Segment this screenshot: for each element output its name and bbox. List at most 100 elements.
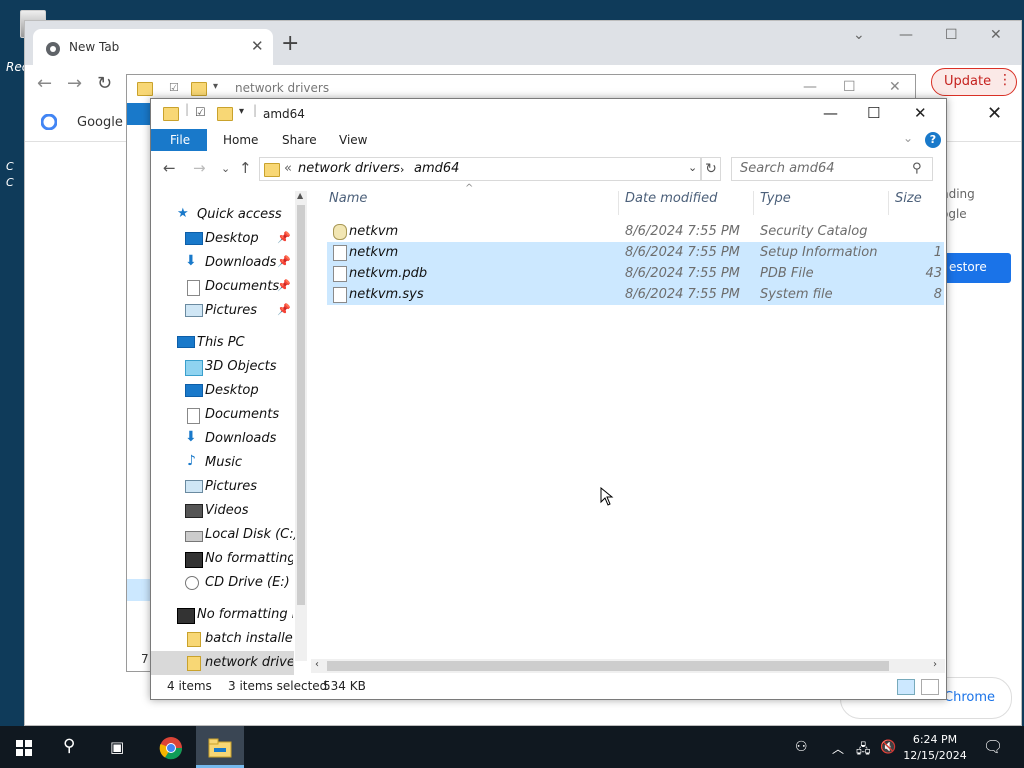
nav-batch-installer[interactable]: batch installer — [151, 627, 294, 651]
nav-no-formatting-drive[interactable]: No formatting — [151, 547, 294, 571]
nav-music[interactable]: ♪ Music — [151, 451, 294, 475]
unformatted-drive-icon — [177, 608, 195, 624]
recent-locations-icon[interactable]: ⌄ — [221, 162, 230, 175]
back-icon[interactable]: ← — [37, 73, 52, 94]
qat-dropdown-icon[interactable]: ▾ — [239, 106, 244, 117]
scrollbar-thumb[interactable] — [297, 205, 305, 605]
address-bar[interactable]: « network drivers › amd64 ⌄ — [259, 157, 701, 181]
people-icon[interactable]: ⚇ — [795, 739, 808, 755]
nav-pictures[interactable]: Pictures — [151, 475, 294, 499]
close-tab-icon[interactable]: ✕ — [251, 37, 264, 55]
breadcrumb-separator-icon: › — [400, 163, 405, 176]
back-icon[interactable]: ← — [163, 159, 176, 177]
restore-button[interactable]: estore — [939, 253, 1011, 283]
show-hidden-icons[interactable]: ︿ — [832, 740, 844, 757]
minimize-icon[interactable]: — — [823, 104, 838, 122]
clock[interactable]: 6:24 PM 12/15/2024 — [900, 732, 970, 764]
maximize-icon[interactable]: ☐ — [843, 79, 856, 95]
tab-search-icon[interactable]: ⌄ — [853, 27, 865, 43]
breadcrumb-amd64[interactable]: amd64 — [414, 161, 459, 176]
address-dropdown-icon[interactable]: ⌄ — [688, 161, 697, 174]
breadcrumb-network-drivers[interactable]: network drivers — [298, 161, 400, 176]
nav-quick-documents[interactable]: Documents 📌 — [151, 275, 294, 299]
scroll-right-icon[interactable]: › — [933, 659, 937, 670]
new-folder-icon[interactable] — [217, 106, 233, 121]
forward-icon[interactable]: → — [193, 159, 206, 177]
documents-icon — [187, 408, 200, 424]
more-menu-icon[interactable]: ⋮ — [998, 72, 1012, 88]
nav-quick-pictures[interactable]: Pictures 📌 — [151, 299, 294, 323]
properties-icon[interactable]: ☑ — [195, 105, 206, 119]
pin-icon: 📌 — [277, 279, 291, 292]
ribbon-tab-share[interactable]: Share — [282, 133, 317, 147]
column-header-type[interactable]: Type — [760, 191, 791, 206]
column-divider[interactable] — [618, 191, 619, 215]
navigation-scrollbar[interactable]: ▲ ⌄ — [295, 191, 307, 760]
column-header-date[interactable]: Date modified — [625, 191, 717, 206]
refresh-button[interactable]: ↻ — [701, 157, 721, 181]
details-view-icon[interactable] — [897, 679, 915, 695]
file-row[interactable]: netkvm 8/6/2024 7:55 PM Setup Informatio… — [327, 242, 944, 263]
nav-documents[interactable]: Documents — [151, 403, 294, 427]
large-icons-view-icon[interactable] — [921, 679, 939, 695]
expand-ribbon-icon[interactable]: ⌄ — [903, 131, 913, 145]
search-icon[interactable]: ⚲ — [63, 736, 75, 756]
nav-quick-desktop[interactable]: Desktop 📌 — [151, 227, 294, 251]
chrome-taskbar-icon[interactable] — [159, 736, 183, 760]
download-arrow-icon: ⬇ — [185, 429, 197, 445]
nav-desktop[interactable]: Desktop — [151, 379, 294, 403]
ribbon-tab-view[interactable]: View — [339, 133, 367, 147]
scroll-left-icon[interactable]: ‹ — [315, 659, 319, 670]
nav-3d-objects[interactable]: 3D Objects — [151, 355, 294, 379]
volume-muted-icon[interactable]: 🔇 — [880, 740, 896, 755]
nav-videos[interactable]: Videos — [151, 499, 294, 523]
file-row[interactable]: netkvm.pdb 8/6/2024 7:55 PM PDB File 43 — [327, 263, 944, 284]
forward-icon[interactable]: → — [67, 73, 82, 94]
ribbon-tab-file[interactable]: File — [151, 129, 207, 151]
column-header-size[interactable]: Size — [895, 191, 922, 206]
file-row[interactable]: netkvm.sys 8/6/2024 7:55 PM System file … — [327, 284, 944, 305]
notifications-icon[interactable]: 🗨 — [983, 737, 1003, 756]
nav-quick-downloads[interactable]: ⬇ Downloads 📌 — [151, 251, 294, 275]
maximize-icon[interactable]: ☐ — [867, 104, 880, 122]
nav-downloads[interactable]: ⬇ Downloads — [151, 427, 294, 451]
minimize-icon[interactable]: — — [899, 27, 913, 43]
nav-cd-drive[interactable]: CD Drive (E:) v — [151, 571, 294, 595]
nav-network-drivers[interactable]: network driver — [151, 651, 294, 675]
task-view-icon[interactable]: ▣ — [110, 738, 124, 756]
column-divider[interactable] — [888, 191, 889, 215]
maximize-icon[interactable]: ☐ — [945, 27, 958, 43]
new-folder-icon[interactable] — [191, 81, 207, 96]
close-panel-icon[interactable]: ✕ — [987, 103, 1002, 124]
nav-local-disk[interactable]: Local Disk (C:) — [151, 523, 299, 547]
desktop-icon-label[interactable]: C — [6, 160, 14, 173]
desktop-icon-label[interactable]: C — [6, 176, 14, 189]
desktop-icon — [185, 232, 203, 245]
column-divider[interactable] — [753, 191, 754, 215]
qat-dropdown-icon[interactable]: ▾ — [213, 81, 218, 92]
new-tab-button[interactable]: + — [281, 31, 299, 56]
column-header-name[interactable]: Name — [329, 191, 367, 206]
up-icon[interactable]: ↑ — [239, 159, 252, 177]
file-row[interactable]: netkvm 8/6/2024 7:55 PM Security Catalog — [327, 221, 944, 242]
scroll-up-icon[interactable]: ▲ — [297, 191, 303, 200]
minimize-icon[interactable]: — — [803, 79, 817, 95]
reload-icon[interactable]: ↻ — [97, 73, 112, 94]
scrollbar-thumb[interactable] — [327, 661, 889, 671]
properties-icon[interactable]: ☑ — [169, 81, 179, 94]
close-window-icon[interactable]: ✕ — [990, 27, 1002, 43]
horizontal-scrollbar[interactable]: ‹ › — [311, 659, 945, 673]
network-icon[interactable]: 🖧 — [856, 740, 871, 762]
file-tab[interactable] — [127, 103, 151, 125]
search-box[interactable]: Search amd64 ⚲ — [731, 157, 933, 181]
ribbon-tab-home[interactable]: Home — [223, 133, 258, 147]
help-icon[interactable]: ? — [925, 132, 941, 148]
nav-this-pc[interactable]: This PC — [151, 331, 294, 355]
close-icon[interactable]: ✕ — [889, 79, 901, 95]
windows-start-icon[interactable] — [16, 740, 32, 756]
nav-quick-access[interactable]: ★ Quick access — [151, 203, 294, 227]
nav-no-formatting-root[interactable]: No formatting i — [151, 603, 294, 627]
update-button[interactable]: Update ⋮ — [931, 68, 1017, 96]
overflow-chevron[interactable]: « — [284, 161, 292, 176]
close-icon[interactable]: ✕ — [914, 104, 927, 122]
